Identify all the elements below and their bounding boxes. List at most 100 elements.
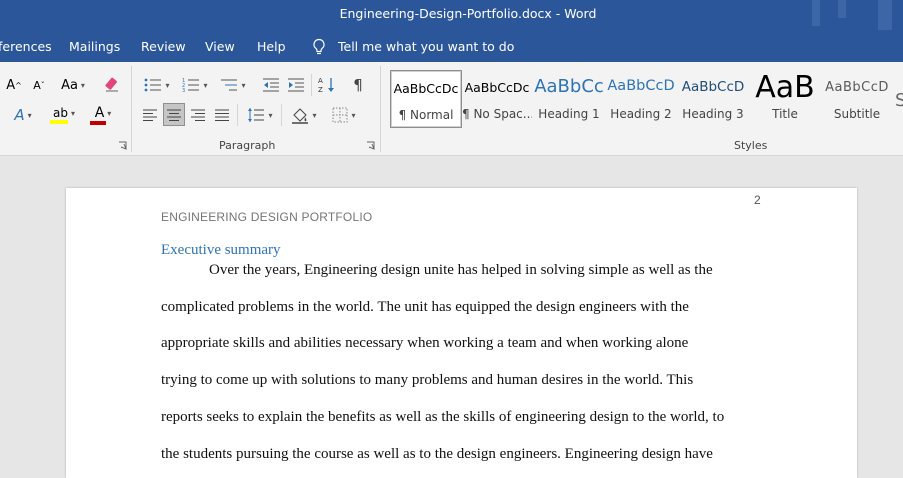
chevron-down-icon: ▾ [312,110,317,120]
style-name: ¶ No Spac... [462,107,532,121]
separator [237,104,238,126]
style-preview: AaBbCcDc [393,81,459,96]
font-dialog-launcher-icon[interactable] [118,141,127,150]
sort-button[interactable]: AZ [316,74,338,96]
group-separator [380,66,381,152]
shrink-font-icon: A [33,78,41,92]
next-style-partial: S [895,90,903,111]
line-spacing-icon [248,108,265,122]
change-case-icon: Aa [61,77,78,93]
chevron-down-icon: ▾ [203,80,208,90]
separator [311,74,312,96]
align-left-icon [143,109,157,121]
style-name: Heading 2 [610,107,672,121]
svg-text:3: 3 [182,88,185,93]
ribbon: A ^ Aˇ Aa ▾ A ▾ ab ▾ A ▾ ▾ 1 2 3 ▾ ▾ A Z… [0,62,903,156]
chevron-down-icon: ▾ [107,108,112,118]
tab-help[interactable]: Help [257,39,286,54]
section-heading: Executive summary [161,242,281,258]
style-normal[interactable]: AaBbCcDc ¶ Normal [390,70,462,128]
change-case-button[interactable]: Aa ▾ [56,74,90,96]
bullets-button[interactable]: ▾ [140,74,174,96]
body-text-line: the students pursuing the course as well… [161,446,713,462]
ribbon-tabs: ferences Mailings Review View Help Tell … [0,32,903,62]
style-preview: AaBbCcDc [464,80,530,95]
style-no-spacing[interactable]: AaBbCcDc ¶ No Spac... [462,70,532,126]
paragraph-dialog-launcher-icon[interactable] [366,141,375,150]
multilevel-list-button[interactable]: ▾ [216,74,250,96]
grow-font-button[interactable]: A ^ [4,74,24,96]
chevron-down-icon: ▾ [268,110,273,120]
chevron-down-icon: ▾ [27,110,32,120]
align-left-button[interactable] [139,104,161,126]
style-name: Subtitle [833,107,881,121]
document-area: 2 ENGINEERING DESIGN PORTFOLIO Executive… [0,156,903,478]
tab-references[interactable]: ferences [0,39,52,54]
highlight-color-swatch [50,120,68,124]
style-preview: AaBbCcD [681,79,745,95]
highlight-color-button[interactable]: ab ▾ [46,104,82,126]
borders-button[interactable]: ▾ [327,104,361,126]
grow-font-icon: A [6,77,16,93]
style-name: Heading 1 [538,107,600,121]
body-text-line: reports seeks to explain the benefits as… [161,409,725,425]
chevron-down-icon: ▾ [70,108,75,118]
up-caret-icon: ^ [15,80,22,90]
multilevel-list-icon [221,79,238,91]
style-name: Heading 3 [682,107,744,121]
lightbulb-icon [313,38,325,55]
style-heading-3[interactable]: AaBbCcD Heading 3 [677,70,749,126]
title-bar: Engineering-Design-Portfolio.docx - Word [0,0,903,32]
page-header: ENGINEERING DESIGN PORTFOLIO [161,210,373,224]
group-separator [131,66,132,152]
style-preview: AaBbCcD [607,78,675,94]
style-name: ¶ Normal [398,108,454,122]
style-subtitle[interactable]: AaBbCcD Subtitle [821,70,893,126]
separator [281,104,282,126]
decrease-indent-icon [263,78,279,92]
document-page[interactable]: 2 ENGINEERING DESIGN PORTFOLIO Executive… [66,188,857,478]
chevron-down-icon: ▾ [241,80,246,90]
tab-mailings[interactable]: Mailings [69,39,120,54]
tell-me-search[interactable]: Tell me what you want to do [338,39,514,54]
justify-icon [215,109,229,121]
decrease-indent-button[interactable] [260,74,282,96]
styles-group-label: Styles [734,139,768,152]
chevron-down-icon: ▾ [80,80,85,90]
svg-text:Z: Z [318,86,323,94]
body-text-line: trying to come up with solutions to many… [161,372,694,388]
sort-icon: AZ [318,77,334,94]
style-preview: AaB [755,70,815,105]
svg-text:A: A [318,77,323,85]
page-number: 2 [754,193,761,207]
clear-formatting-button[interactable] [102,74,122,96]
clear-formatting-icon [105,77,118,92]
paint-bucket-icon [292,108,309,124]
body-text-line: appropriate skills and abilities necessa… [161,335,689,351]
align-center-button[interactable] [163,103,185,126]
body-text-line: Over the years, Engineering design unite… [209,262,713,278]
tab-view[interactable]: View [205,39,235,54]
line-spacing-button[interactable]: ▾ [243,104,277,126]
bullets-icon [145,78,162,92]
numbering-icon: 123 [182,78,200,93]
numbering-button[interactable]: 123 ▾ [178,74,212,96]
justify-button[interactable] [211,104,233,126]
align-right-button[interactable] [187,104,209,126]
chevron-down-icon: ▾ [165,80,170,90]
font-color-button[interactable]: A ▾ [86,104,120,126]
show-formatting-marks-button[interactable]: ¶ [348,74,368,96]
style-heading-1[interactable]: AaBbCc Heading 1 [533,70,605,126]
paragraph-group-label: Paragraph [219,139,276,152]
window-title: Engineering-Design-Portfolio.docx - Word [339,6,597,21]
style-heading-2[interactable]: AaBbCcD Heading 2 [605,70,677,126]
text-effects-button[interactable]: A ▾ [6,104,40,126]
align-center-icon [167,109,181,121]
shading-button[interactable]: ▾ [287,104,321,126]
text-effects-icon: A [14,106,25,124]
style-title[interactable]: AaB Title [749,70,821,126]
increase-indent-button[interactable] [285,74,307,96]
shrink-font-button[interactable]: Aˇ [30,74,48,96]
pilcrow-icon: ¶ [353,76,363,94]
tab-review[interactable]: Review [141,39,186,54]
